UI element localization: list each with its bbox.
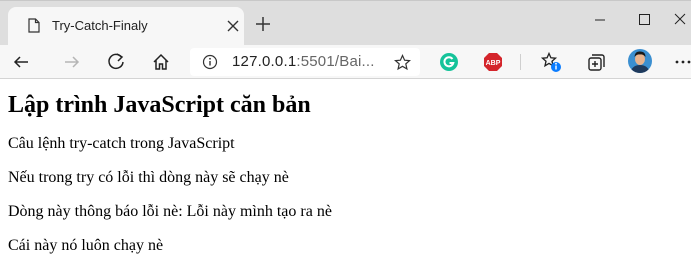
forward-icon[interactable] (61, 51, 83, 73)
adblock-label: ABP (486, 60, 501, 67)
profile-avatar[interactable] (628, 49, 652, 73)
more-icon[interactable] (672, 51, 691, 73)
content-line-3: Dòng này thông báo lỗi nè: Lỗi này mình … (8, 203, 332, 220)
browser-tab[interactable]: Try-Catch-Finaly (8, 7, 244, 46)
favorites-icon[interactable] (540, 51, 562, 73)
page-content: Lập trình JavaScript căn bản Câu lệnh tr… (8, 79, 683, 254)
toolbar-divider (520, 54, 521, 70)
collections-icon[interactable] (585, 51, 607, 73)
refresh-icon[interactable] (105, 51, 127, 73)
tab-strip: Try-Catch-Finaly (0, 0, 691, 46)
info-icon[interactable] (202, 54, 218, 70)
back-icon[interactable] (10, 51, 32, 73)
document-icon (28, 18, 40, 33)
url-text[interactable]: 127.0.0.1:5501/Bai... (232, 53, 375, 70)
maximize-icon[interactable] (622, 9, 666, 31)
new-tab-icon[interactable] (255, 16, 271, 32)
page-heading: Lập trình JavaScript căn bản (8, 92, 311, 118)
browser-toolbar: 127.0.0.1:5501/Bai... ABP (0, 45, 691, 79)
url-path: :5501/Bai... (296, 53, 375, 70)
tab-title: Try-Catch-Finaly (52, 18, 148, 33)
close-window-icon[interactable] (666, 9, 691, 31)
content-line-4: Cái này nó luôn chạy nè (8, 237, 164, 254)
star-icon[interactable] (394, 54, 411, 71)
content-line-1: Câu lệnh try-catch trong JavaScript (8, 135, 235, 152)
close-tab-icon[interactable] (226, 19, 240, 33)
home-icon[interactable] (150, 51, 172, 73)
address-bar[interactable]: 127.0.0.1:5501/Bai... (190, 48, 420, 76)
grammarly-icon[interactable] (438, 51, 460, 73)
content-line-2: Nếu trong try có lỗi thì dòng này sẽ chạ… (8, 169, 289, 186)
url-host: 127.0.0.1 (232, 53, 297, 70)
adblock-icon[interactable]: ABP (482, 51, 504, 73)
minimize-icon[interactable] (578, 9, 622, 31)
